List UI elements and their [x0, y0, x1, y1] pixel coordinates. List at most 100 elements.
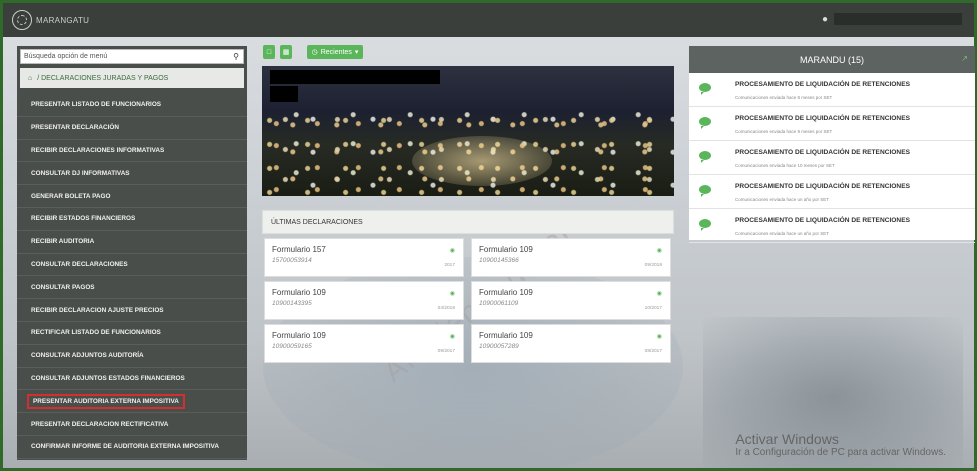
- notification-subtitle: Comunicaciones enviada hace 10 meses por…: [735, 163, 835, 168]
- search-input[interactable]: Búsqueda opción de menú: [21, 53, 229, 60]
- card-date: 04/2018: [437, 306, 455, 311]
- sidebar-item-presentar-declaracion-rectificativa[interactable]: PRESENTAR DECLARACION RECTIFICATIVA: [17, 413, 247, 436]
- home-icon[interactable]: ⌂: [28, 75, 32, 82]
- app-logo-text: MARANGATU: [36, 15, 90, 25]
- declaration-card[interactable]: Formulario 109 10900143395 ◉ 04/2018: [264, 281, 464, 320]
- notification-subtitle: Comunicaciones enviada hace 9 meses por …: [735, 129, 833, 134]
- sidebar-item-confirmar-informe-auditoria[interactable]: CONFIRMAR INFORME DE AUDITORIA EXTERNA I…: [17, 436, 247, 459]
- sidebar-item-recibir-declaraciones-informativas[interactable]: RECIBIR DECLARACIONES INFORMATIVAS: [17, 140, 247, 163]
- chat-bubble-icon: [699, 185, 711, 197]
- declaration-cards: Formulario 157 15700053914 ◉ 2017 Formul…: [264, 238, 674, 363]
- notification-item[interactable]: PROCESAMIENTO DE LIQUIDACIÓN DE RETENCIO…: [689, 141, 975, 175]
- notification-title: PROCESAMIENTO DE LIQUIDACIÓN DE RETENCIO…: [735, 217, 910, 224]
- card-title: Formulario 109: [479, 288, 533, 297]
- notification-title: PROCESAMIENTO DE LIQUIDACIÓN DE RETENCIO…: [735, 81, 910, 88]
- notifications-title: MARANDU (15): [799, 54, 864, 65]
- seal-icon: [12, 10, 32, 30]
- card-date: 09/2018: [644, 263, 662, 268]
- breadcrumb-label: / DECLARACIONES JURADAS Y PAGOS: [37, 74, 169, 82]
- recent-declarations-header: ÚLTIMAS DECLARACIONES: [262, 210, 674, 234]
- chat-bubble-icon: [699, 219, 711, 231]
- card-number: 10900059165: [272, 343, 312, 350]
- sidebar-item-recibir-auditoria[interactable]: RECIBIR AUDITORIA: [17, 231, 247, 254]
- card-date: 10/2017: [644, 306, 662, 311]
- redacted-banner-text: [270, 86, 298, 102]
- declaration-card[interactable]: Formulario 109 10900061109 ◉ 10/2017: [471, 281, 671, 320]
- hero-image: [262, 66, 674, 196]
- card-date: 08/2017: [644, 349, 662, 354]
- sidebar-item-consultar-declaraciones[interactable]: CONSULTAR DECLARACIONES: [17, 254, 247, 277]
- eye-icon[interactable]: ◉: [657, 333, 662, 340]
- declaration-card[interactable]: Formulario 109 10900059165 ◉ 09/2017: [264, 324, 464, 363]
- sidebar-item-recibir-declaracion-ajuste-precios[interactable]: RECIBIR DECLARACION AJUSTE PRECIOS: [17, 299, 247, 322]
- sidebar-item-recibir-estados-financieros[interactable]: RECIBIR ESTADOS FINANCIEROS: [17, 208, 247, 231]
- recent-declarations-panel: ÚLTIMAS DECLARACIONES Formulario 157 157…: [262, 210, 674, 363]
- notification-subtitle: Comunicaciones enviada hace 8 meses por …: [735, 95, 833, 100]
- notification-title: PROCESAMIENTO DE LIQUIDACIÓN DE RETENCIO…: [735, 149, 910, 156]
- activation-title: Activar Windows: [735, 431, 839, 447]
- notification-title: PROCESAMIENTO DE LIQUIDACIÓN DE RETENCIO…: [735, 183, 910, 190]
- card-title: Formulario 109: [272, 331, 326, 340]
- notifications-header: MARANDU (15) ↗: [689, 46, 975, 73]
- notification-item[interactable]: PROCESAMIENTO DE LIQUIDACIÓN DE RETENCIO…: [689, 107, 975, 141]
- eye-icon[interactable]: ◉: [657, 247, 662, 254]
- notification-subtitle: Comunicaciones enviada hace un año por S…: [735, 197, 830, 202]
- clock-icon: ◷: [311, 49, 318, 56]
- card-number: 15700053914: [272, 257, 312, 264]
- sidebar-item-presentar-listado-funcionarios[interactable]: PRESENTAR LISTADO DE FUNCIONARIOS: [17, 94, 247, 117]
- search-icon[interactable]: ⚲: [229, 52, 243, 61]
- declaration-card[interactable]: Formulario 109 10900145366 ◉ 09/2018: [471, 238, 671, 277]
- notification-item[interactable]: PROCESAMIENTO DE LIQUIDACIÓN DE RETENCIO…: [689, 73, 975, 107]
- windows-activation-notice: Activar Windows Ir a Configuración de PC…: [735, 431, 946, 458]
- recientes-dropdown[interactable]: ◷ Recientes ▾: [307, 45, 363, 59]
- card-title: Formulario 109: [272, 288, 326, 297]
- notification-title: PROCESAMIENTO DE LIQUIDACIÓN DE RETENCIO…: [735, 115, 910, 122]
- recientes-label: Recientes: [320, 48, 352, 56]
- card-number: 10900061109: [479, 300, 519, 307]
- card-date: 09/2017: [437, 349, 455, 354]
- notification-subtitle: Comunicaciones enviada hace un año por S…: [735, 231, 830, 236]
- activation-subtitle: Ir a Configuración de PC para activar Wi…: [735, 447, 946, 458]
- declaration-card[interactable]: Formulario 109 10900057289 ◉ 08/2017: [471, 324, 671, 363]
- notification-item[interactable]: PROCESAMIENTO DE LIQUIDACIÓN DE RETENCIO…: [689, 175, 975, 209]
- sidebar-item-presentar-auditoria-externa-impositiva[interactable]: PRESENTAR AUDITORIA EXTERNA IMPOSITIVA: [17, 390, 247, 414]
- menu-search[interactable]: Búsqueda opción de menú ⚲: [20, 49, 244, 64]
- card-date: 2017: [444, 263, 455, 268]
- chat-bubble-icon: [699, 117, 711, 129]
- sidebar-item-rectificar-listado-funcionarios[interactable]: RECTIFICAR LISTADO DE FUNCIONARIOS: [17, 322, 247, 345]
- chat-bubble-icon: [699, 83, 711, 95]
- card-number: 10900057289: [479, 343, 519, 350]
- app-logo[interactable]: MARANGATU: [12, 10, 89, 30]
- declaration-card[interactable]: Formulario 157 15700053914 ◉ 2017: [264, 238, 464, 277]
- card-title: Formulario 109: [479, 331, 533, 340]
- calculator-button[interactable]: ▦: [280, 45, 292, 59]
- sidebar-item-consultar-pagos[interactable]: CONSULTAR PAGOS: [17, 276, 247, 300]
- sidebar-item-presentar-declaracion[interactable]: PRESENTAR DECLARACIÓN: [17, 117, 247, 140]
- user-icon: ●: [822, 13, 829, 25]
- top-bar: MARANGATU ●: [3, 3, 974, 37]
- chat-bubble-icon: [699, 151, 711, 163]
- sidebar-item-consultar-adjuntos-estados-financieros[interactable]: CONSULTAR ADJUNTOS ESTADOS FINANCIEROS: [17, 368, 247, 391]
- chevron-down-icon: ▾: [354, 49, 359, 56]
- document-icon: □: [266, 48, 272, 56]
- redacted-banner-text: [270, 70, 440, 84]
- eye-icon[interactable]: ◉: [450, 247, 455, 254]
- breadcrumb[interactable]: ⌂ / DECLARACIONES JURADAS Y PAGOS: [20, 68, 244, 88]
- eye-icon[interactable]: ◉: [450, 290, 455, 297]
- notification-item[interactable]: PROCESAMIENTO DE LIQUIDACIÓN DE RETENCIO…: [689, 209, 975, 243]
- new-document-button[interactable]: □: [263, 45, 275, 59]
- eye-icon[interactable]: ◉: [657, 290, 662, 297]
- eye-icon[interactable]: ◉: [450, 333, 455, 340]
- user-name-redacted: [834, 13, 962, 25]
- user-menu[interactable]: ●: [822, 11, 962, 27]
- external-link-icon[interactable]: ↗: [961, 54, 968, 63]
- sidebar-item-consultar-adjuntos-auditoria[interactable]: CONSULTAR ADJUNTOS AUDITORÍA: [17, 345, 247, 368]
- sidebar: Búsqueda opción de menú ⚲ ⌂ / DECLARACIO…: [17, 46, 247, 460]
- sidebar-item-consultar-dj-informativas[interactable]: CONSULTAR DJ INFORMATIVAS: [17, 162, 247, 186]
- card-title: Formulario 109: [479, 245, 533, 254]
- calculator-icon: ▦: [282, 49, 290, 56]
- marandu-notifications-panel: MARANDU (15) ↗ PROCESAMIENTO DE LIQUIDAC…: [689, 46, 975, 243]
- city-glow: [412, 136, 552, 186]
- sidebar-menu: PRESENTAR LISTADO DE FUNCIONARIOS PRESEN…: [17, 94, 247, 459]
- sidebar-item-generar-boleta-pago[interactable]: GENERAR BOLETA PAGO: [17, 185, 247, 208]
